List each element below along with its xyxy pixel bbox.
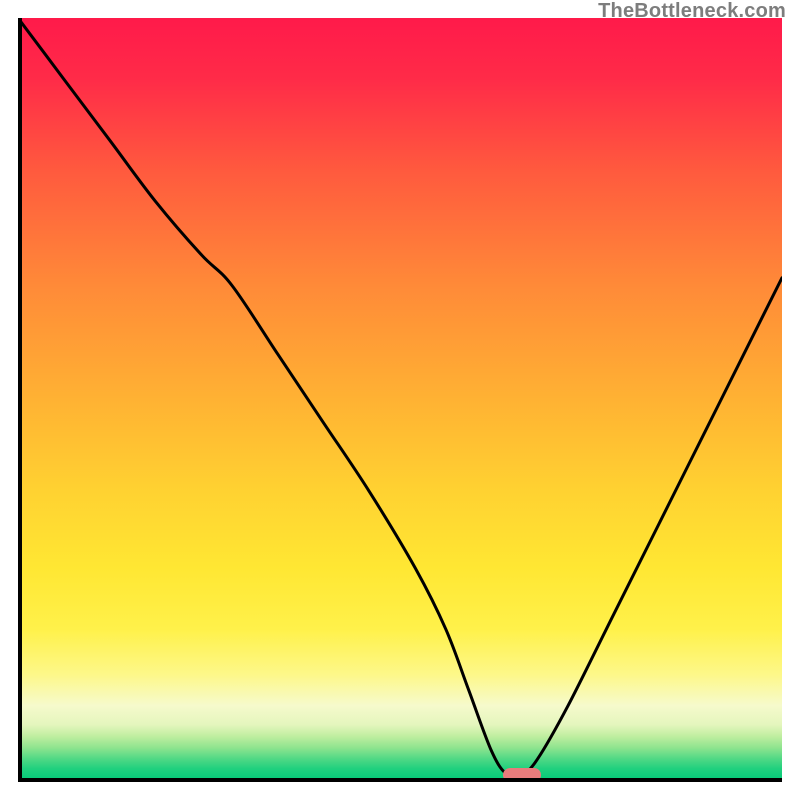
watermark-label: TheBottleneck.com <box>598 0 786 23</box>
bottleneck-chart: TheBottleneck.com <box>0 0 800 800</box>
bottleneck-curve <box>18 18 782 782</box>
optimal-marker <box>503 768 541 782</box>
plot-area <box>18 18 782 782</box>
